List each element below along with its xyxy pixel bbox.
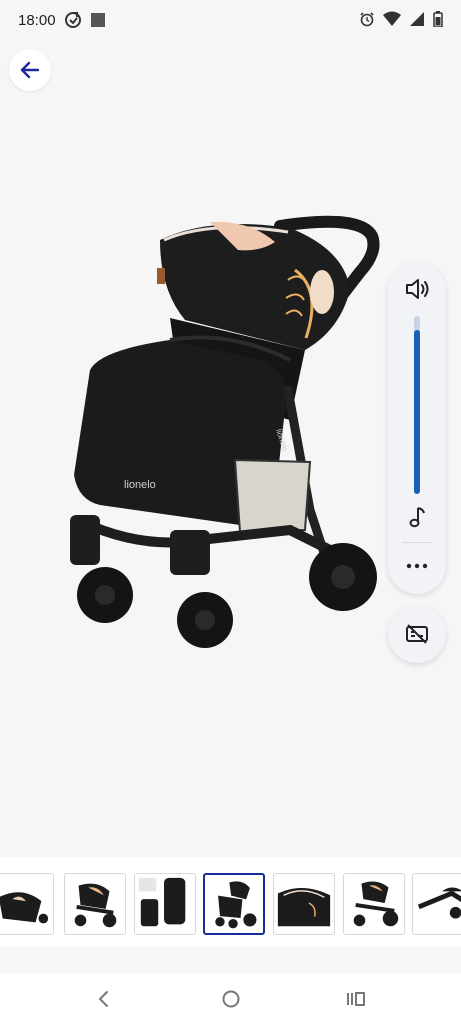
nav-recents-icon[interactable] [342, 985, 370, 1013]
product-image[interactable]: lionelo lionelo [60, 210, 390, 680]
thumbnail-6[interactable] [343, 873, 405, 935]
thumbnail-1[interactable] [0, 873, 54, 935]
app-square-icon [90, 13, 105, 27]
front-left-wheel [77, 567, 133, 623]
arrow-left-icon [20, 61, 40, 79]
thumbnail-3[interactable] [134, 873, 196, 935]
more-dots-icon[interactable] [402, 552, 432, 580]
nav-home-icon[interactable] [217, 985, 245, 1013]
status-bar: 18:00 [0, 0, 461, 40]
speaker-icon[interactable] [404, 276, 430, 302]
volume-divider [402, 542, 432, 543]
volume-slider[interactable] [414, 316, 420, 494]
status-time: 18:00 [18, 11, 56, 29]
thumbnail-7[interactable] [412, 873, 461, 935]
thumbnail-5[interactable] [273, 873, 335, 935]
sync-icon [64, 12, 81, 28]
front-right-wheel [177, 592, 233, 648]
signal-icon [410, 12, 424, 26]
volume-panel [388, 262, 446, 594]
captions-toggle-button[interactable] [388, 605, 446, 663]
nav-back-icon[interactable] [90, 985, 118, 1013]
music-note-icon[interactable] [406, 505, 428, 529]
captions-off-icon [406, 624, 428, 644]
thumbnail-2[interactable] [64, 873, 126, 935]
back-button[interactable] [9, 49, 51, 91]
footmuff-brand-text: lionelo [124, 479, 156, 491]
volume-level-fill [414, 330, 420, 494]
alarm-icon [360, 12, 374, 27]
thumbnail-strip [0, 857, 461, 947]
status-left-icons [64, 11, 106, 29]
rear-wheel [309, 543, 377, 611]
thumbnail-4[interactable] [203, 873, 265, 935]
canopy-tag [157, 268, 165, 284]
status-right-icons [359, 11, 443, 27]
system-navigation-bar [0, 973, 461, 1024]
wifi-icon [383, 11, 401, 26]
stroller-image: lionelo lionelo [70, 215, 380, 648]
battery-icon [433, 11, 443, 27]
